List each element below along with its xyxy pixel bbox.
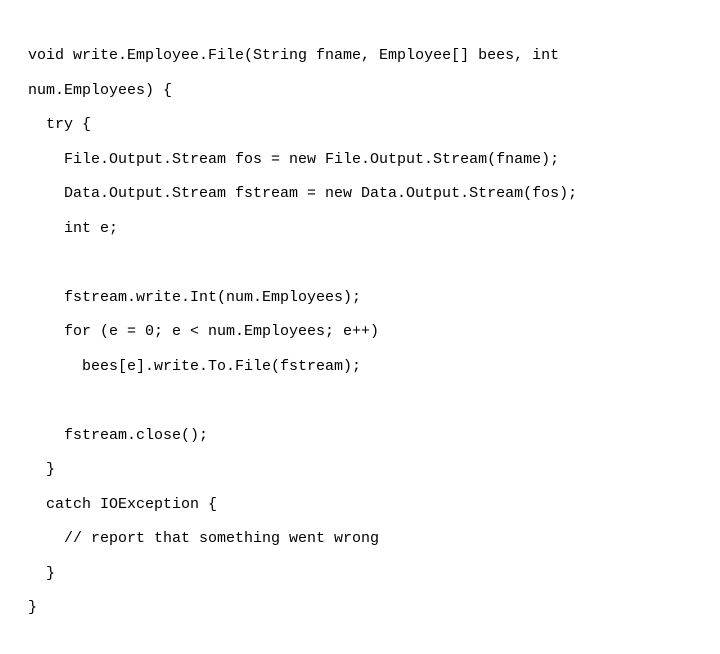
code-line: fstream.write.Int(num.Employees);: [28, 289, 692, 306]
code-line: int e;: [28, 220, 692, 237]
code-line: for (e = 0; e < num.Employees; e++): [28, 323, 692, 340]
code-line: }: [28, 565, 692, 582]
code-line: catch IOException {: [28, 496, 692, 513]
code-line: }: [28, 599, 692, 616]
code-line: [28, 254, 692, 271]
code-line: bees[e].write.To.File(fstream);: [28, 358, 692, 375]
code-line: void write.Employee.File(String fname, E…: [28, 47, 692, 64]
code-line: [28, 392, 692, 409]
code-line: }: [28, 461, 692, 478]
code-line: File.Output.Stream fos = new File.Output…: [28, 151, 692, 168]
code-line: try {: [28, 116, 692, 133]
code-block: void write.Employee.File(String fname, E…: [0, 0, 720, 654]
code-line: fstream.close();: [28, 427, 692, 444]
code-line: // report that something went wrong: [28, 530, 692, 547]
code-line: Data.Output.Stream fstream = new Data.Ou…: [28, 185, 692, 202]
code-line: num.Employees) {: [28, 82, 692, 99]
